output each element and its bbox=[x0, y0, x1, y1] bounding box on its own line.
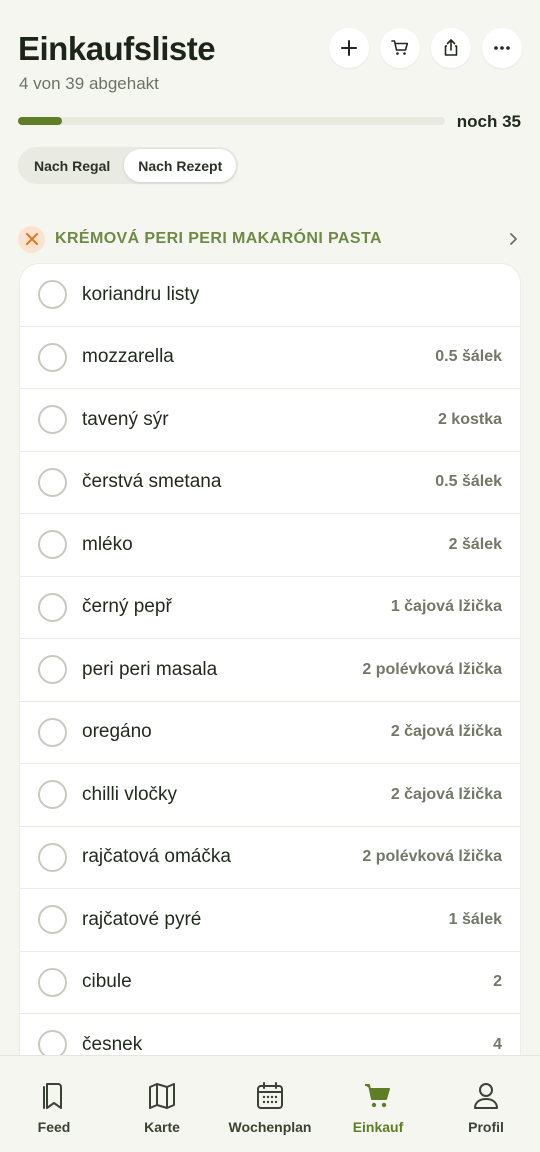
page-header: Einkaufsliste 4 von 39 abgehakt bbox=[18, 24, 522, 104]
ingredient-name: rajčatové pyré bbox=[82, 908, 202, 930]
sort-segmented-control: Nach Regal Nach Rezept bbox=[18, 147, 239, 184]
recipe-title: KRÉMOVÁ PERI PERI MAKARÓNI PASTA bbox=[55, 230, 382, 247]
checkbox-circle[interactable] bbox=[38, 1030, 67, 1056]
tab-wochenplan[interactable]: Wochenplan bbox=[216, 1056, 324, 1152]
tab-einkauf[interactable]: Einkauf bbox=[324, 1056, 432, 1152]
ingredient-quantity: 0.5 šálek bbox=[435, 473, 502, 491]
recipe-group-header[interactable]: KRÉMOVÁ PERI PERI MAKARÓNI PASTA bbox=[18, 225, 522, 253]
cart-button[interactable] bbox=[380, 28, 420, 68]
ingredient-row[interactable]: cibule 2 bbox=[20, 952, 520, 1014]
checkbox-circle[interactable] bbox=[38, 905, 67, 935]
tab-label: Karte bbox=[144, 1119, 180, 1135]
ingredient-quantity: 2 čajová lžička bbox=[390, 723, 502, 741]
progress-bar bbox=[18, 117, 445, 125]
share-button[interactable] bbox=[431, 28, 471, 68]
ingredient-name: tavený sýr bbox=[82, 408, 169, 430]
ingredient-name: chilli vločky bbox=[82, 783, 178, 805]
segment-by-shelf[interactable]: Nach Regal bbox=[20, 149, 124, 182]
tab-karte[interactable]: Karte bbox=[108, 1056, 216, 1152]
checkbox-circle[interactable] bbox=[38, 842, 67, 872]
ingredient-row[interactable]: rajčatové pyré 1 šálek bbox=[20, 889, 520, 952]
cart-outline-icon bbox=[391, 40, 409, 55]
ingredient-row[interactable]: peri peri masala 2 polévková lžička bbox=[20, 639, 520, 702]
bookmark-icon bbox=[43, 1083, 62, 1109]
ingredient-name: koriandru listy bbox=[82, 283, 200, 305]
ingredient-row[interactable]: černý pepř 1 čajová lžička bbox=[20, 577, 520, 639]
checkbox-circle[interactable] bbox=[38, 467, 67, 497]
tab-label: Profil bbox=[468, 1119, 504, 1135]
share-icon bbox=[444, 39, 458, 56]
map-icon bbox=[149, 1083, 175, 1109]
checkbox-circle[interactable] bbox=[38, 717, 67, 747]
ingredient-quantity: 1 šálek bbox=[448, 910, 502, 928]
progress-bar-fill bbox=[18, 117, 62, 125]
ingredient-name: rajčatová omáčka bbox=[82, 846, 231, 868]
tab-feed[interactable]: Feed bbox=[0, 1056, 108, 1152]
chevron-right-icon bbox=[510, 233, 517, 245]
ingredient-quantity: 2 polévková lžička bbox=[362, 848, 502, 866]
checkbox-circle[interactable] bbox=[38, 967, 67, 997]
ingredient-name: peri peri masala bbox=[82, 658, 218, 680]
ingredient-row[interactable]: oregáno 2 čajová lžička bbox=[20, 702, 520, 764]
ingredient-row[interactable]: mléko 2 šálek bbox=[20, 514, 520, 577]
calendar-icon bbox=[257, 1082, 283, 1109]
checkbox-circle[interactable] bbox=[38, 655, 67, 685]
ingredient-name: česnek bbox=[82, 1033, 143, 1055]
ingredient-name: černý pepř bbox=[82, 596, 172, 618]
ingredient-row[interactable]: česnek 4 bbox=[20, 1014, 520, 1056]
plus-icon bbox=[341, 40, 357, 56]
cart-icon bbox=[365, 1084, 390, 1108]
tab-label: Feed bbox=[37, 1119, 71, 1135]
ingredient-row[interactable]: čerstvá smetana 0.5 šálek bbox=[20, 452, 520, 514]
user-icon bbox=[474, 1083, 498, 1109]
ingredient-name: mléko bbox=[82, 533, 133, 555]
ingredient-quantity: 0.5 šálek bbox=[435, 348, 502, 366]
ingredient-name: oregáno bbox=[82, 721, 152, 743]
ingredient-row[interactable]: chilli vločky 2 čajová lžička bbox=[20, 764, 520, 827]
page-title: Einkaufsliste bbox=[18, 30, 216, 67]
ingredient-name: čerstvá smetana bbox=[82, 471, 222, 493]
header-actions bbox=[329, 28, 522, 68]
checked-count: 4 von 39 abgehakt bbox=[19, 74, 159, 93]
checkbox-circle[interactable] bbox=[38, 280, 67, 310]
ingredient-quantity: 1 čajová lžička bbox=[390, 598, 502, 616]
ingredient-row[interactable]: mozzarella 0.5 šálek bbox=[20, 327, 520, 389]
checkbox-circle[interactable] bbox=[38, 780, 67, 810]
tab-profil[interactable]: Profil bbox=[432, 1056, 540, 1152]
ingredient-list: koriandru listy mozzarella 0.5 šálek tavený… bbox=[19, 263, 521, 1056]
ingredient-quantity: 2 čajová lžička bbox=[390, 785, 502, 803]
checkbox-circle[interactable] bbox=[38, 342, 67, 372]
ingredient-quantity: 2 kostka bbox=[437, 410, 502, 428]
ingredient-row[interactable]: koriandru listy bbox=[20, 264, 520, 327]
ingredient-quantity: 2 šálek bbox=[448, 535, 502, 553]
ingredient-row[interactable]: tavený sýr 2 kostka bbox=[20, 389, 520, 452]
more-options-button[interactable] bbox=[482, 28, 522, 68]
checkbox-circle[interactable] bbox=[38, 405, 67, 435]
ellipsis-icon bbox=[494, 46, 510, 50]
ingredient-quantity: 4 bbox=[493, 1035, 502, 1053]
segment-by-recipe[interactable]: Nach Rezept bbox=[124, 149, 237, 182]
checkbox-circle[interactable] bbox=[38, 592, 67, 622]
checkbox-circle[interactable] bbox=[38, 530, 67, 560]
remaining-count: noch 35 bbox=[456, 112, 521, 131]
add-item-button[interactable] bbox=[329, 28, 369, 68]
ingredient-name: cibule bbox=[82, 971, 132, 993]
ingredient-name: mozzarella bbox=[82, 346, 174, 368]
tab-label: Wochenplan bbox=[228, 1119, 312, 1135]
ingredient-row[interactable]: rajčatová omáčka 2 polévková lžička bbox=[20, 827, 520, 889]
bottom-tab-bar: Feed Karte Wochenplan Einkauf Profil bbox=[0, 1055, 540, 1152]
ingredient-quantity: 2 polévková lžička bbox=[362, 660, 502, 678]
utensils-crossed-icon bbox=[18, 225, 45, 253]
tab-label: Einkauf bbox=[352, 1119, 404, 1135]
ingredient-quantity: 2 bbox=[493, 973, 502, 991]
